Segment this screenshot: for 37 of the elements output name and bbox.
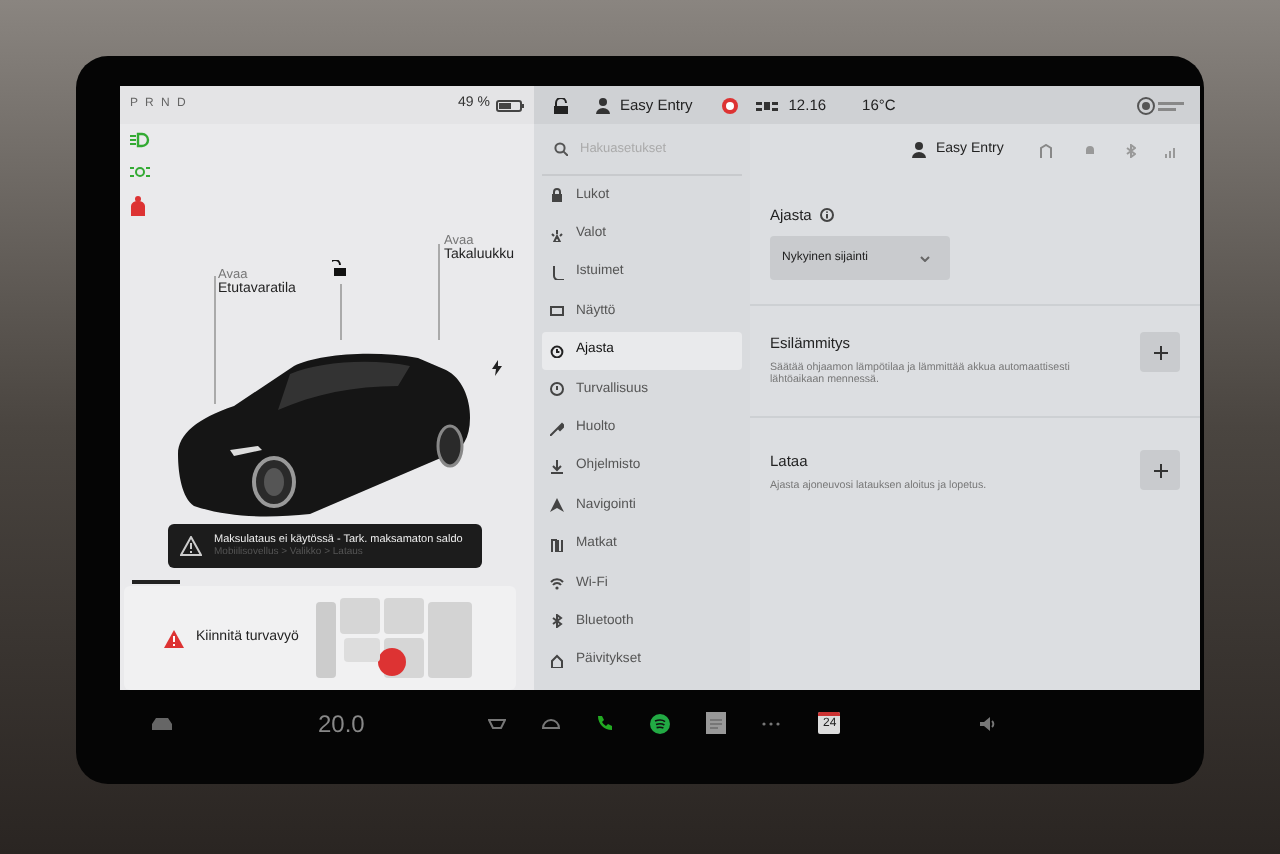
- cabin-temperature[interactable]: 20.0: [318, 705, 365, 741]
- music-app-icon[interactable]: [650, 713, 671, 733]
- menu-item-icon: [550, 498, 564, 513]
- menu-item-icon: [550, 265, 564, 280]
- lightning-icon: [492, 360, 502, 376]
- add-button[interactable]: [1140, 332, 1180, 373]
- add-button[interactable]: [1140, 450, 1180, 491]
- menu-item-icon: [550, 188, 564, 203]
- info-icon[interactable]: [819, 208, 834, 223]
- battery-icon: [496, 99, 524, 111]
- search-icon: [554, 142, 568, 156]
- menu-item-icon: [550, 227, 564, 242]
- person-icon[interactable]: [912, 142, 926, 158]
- headlight-icon: [130, 132, 150, 148]
- warning-icon: [164, 629, 184, 647]
- document-icon[interactable]: [706, 712, 727, 734]
- menu-item-icon: [550, 459, 564, 474]
- warning-icon: [180, 536, 202, 556]
- unlock-icon[interactable]: [332, 260, 346, 276]
- menu-item-icon: [550, 537, 564, 552]
- menu-item-icon: [550, 382, 564, 397]
- plus-icon: [1153, 463, 1167, 478]
- menu-item-icon: [550, 614, 564, 629]
- person-icon[interactable]: [596, 97, 610, 113]
- parking-light-icon: [130, 164, 150, 180]
- menu-item-icon: [550, 343, 564, 358]
- menu-item-icon: [550, 421, 564, 436]
- phone-icon[interactable]: [596, 714, 615, 732]
- badge-icon: [1136, 95, 1188, 115]
- chevron-icon: [920, 255, 930, 262]
- record-icon: [722, 97, 739, 113]
- car-icon[interactable]: [150, 715, 174, 731]
- menu-item-icon: [550, 576, 564, 591]
- menu-item-icon: [550, 653, 564, 668]
- menu-item-icon: [550, 304, 564, 319]
- plus-icon: [1153, 345, 1167, 360]
- volume-icon[interactable]: [980, 715, 997, 731]
